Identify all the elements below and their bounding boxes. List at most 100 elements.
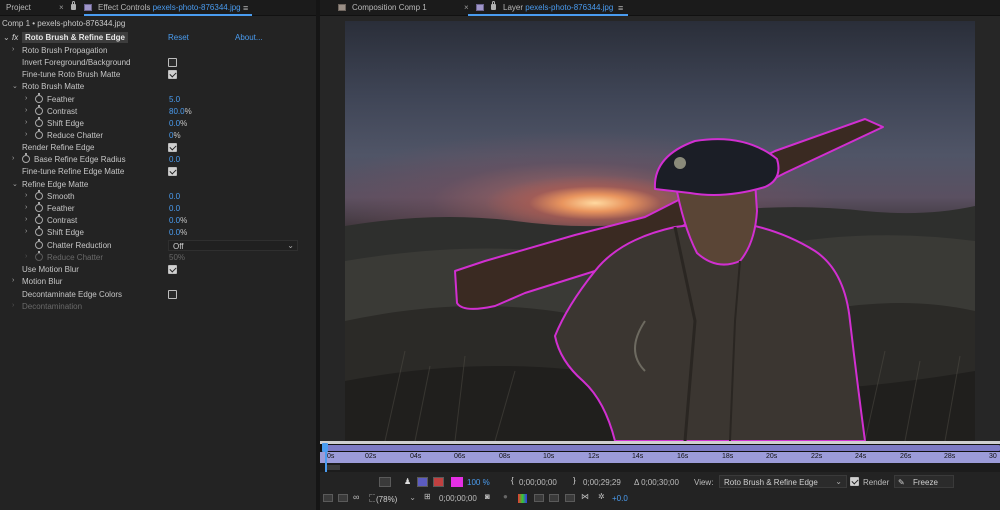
fx-icon[interactable]: fx bbox=[12, 33, 18, 42]
stopwatch-icon[interactable] bbox=[35, 214, 43, 224]
render-refine-edge-checkbox[interactable] bbox=[168, 143, 177, 152]
row-roto-brush-matte[interactable]: ⌄ Roto Brush Matte bbox=[0, 81, 316, 93]
panel-menu-icon[interactable]: ≡ bbox=[243, 3, 248, 13]
chevron-right-icon[interactable]: › bbox=[12, 155, 14, 162]
chevron-right-icon[interactable]: › bbox=[25, 228, 27, 235]
base-radius-value[interactable]: 0.0 bbox=[169, 155, 180, 164]
transparency-grid-icon[interactable] bbox=[549, 494, 559, 502]
lock-icon[interactable] bbox=[491, 1, 496, 10]
monitor-icon[interactable] bbox=[338, 494, 348, 502]
freeze-button[interactable]: ✎ Freeze bbox=[894, 475, 954, 488]
value-number[interactable]: 0.0 bbox=[169, 216, 180, 225]
range-start-handle[interactable] bbox=[322, 443, 328, 452]
row-refine-edge-matte[interactable]: ⌄ Refine Edge Matte bbox=[0, 179, 316, 191]
vr-goggles-icon[interactable]: ∞ bbox=[353, 492, 359, 502]
rgb-channel-icon[interactable] bbox=[518, 494, 527, 503]
chevron-right-icon[interactable]: › bbox=[25, 119, 27, 126]
magnification-dropdown[interactable]: (78%) ⌄ bbox=[375, 492, 417, 504]
reduce-chatter-value[interactable]: 0% bbox=[169, 131, 181, 140]
chevron-right-icon[interactable]: › bbox=[12, 46, 14, 53]
reset-link[interactable]: Reset bbox=[168, 33, 189, 42]
time-ruler[interactable]: 0s 02s 04s 06s 08s 10s 12s 14s 16s 18s 2… bbox=[320, 452, 1000, 463]
row-motion-blur[interactable]: › Motion Blur bbox=[0, 276, 316, 288]
panel-menu-icon[interactable]: ≡ bbox=[618, 3, 623, 13]
refine-contrast-value[interactable]: 0.0% bbox=[169, 216, 187, 225]
value-number[interactable]: 0.0 bbox=[169, 119, 180, 128]
tab-effect-controls[interactable]: Effect Controls pexels-photo-876344.jpg bbox=[98, 3, 241, 12]
exposure-value[interactable]: +0.0 bbox=[612, 494, 628, 503]
effect-header-row[interactable]: ⌄ fx Roto Brush & Refine Edge Reset Abou… bbox=[0, 32, 316, 44]
stopwatch-icon[interactable] bbox=[35, 202, 43, 212]
value-number[interactable]: 80.0 bbox=[169, 107, 185, 116]
contrast-value[interactable]: 80.0% bbox=[169, 107, 192, 116]
refine-feather-value[interactable]: 0.0 bbox=[169, 204, 180, 213]
refine-edge-icon[interactable] bbox=[433, 477, 444, 487]
toggle-alpha-icon[interactable] bbox=[379, 477, 391, 487]
tab-layer[interactable]: Layer pexels-photo-876344.jpg bbox=[503, 3, 613, 12]
chevron-right-icon[interactable]: › bbox=[25, 95, 27, 102]
tab-project[interactable]: Project bbox=[6, 3, 31, 12]
value-number[interactable]: 0.0 bbox=[169, 155, 180, 164]
chevron-down-icon[interactable]: ⌄ bbox=[3, 33, 10, 42]
smooth-value[interactable]: 0.0 bbox=[169, 192, 180, 201]
out-time[interactable]: 0;00;29;29 bbox=[583, 478, 621, 487]
close-tab-icon[interactable]: × bbox=[59, 3, 64, 12]
chevron-down-icon[interactable]: ⌄ bbox=[12, 180, 18, 188]
current-time[interactable]: 0;00;00;00 bbox=[439, 494, 477, 503]
close-tab-icon[interactable]: × bbox=[464, 3, 469, 12]
chevron-right-icon[interactable]: › bbox=[25, 107, 27, 114]
overlay-opacity[interactable]: 100 % bbox=[467, 478, 490, 487]
chevron-right-icon[interactable]: › bbox=[12, 277, 14, 284]
value-number[interactable]: 5.0 bbox=[169, 95, 180, 104]
overlay-color-swatch[interactable] bbox=[451, 477, 463, 487]
chatter-reduction-dropdown[interactable]: Off ⌄ bbox=[168, 240, 298, 251]
stopwatch-icon[interactable] bbox=[35, 93, 43, 103]
stopwatch-icon[interactable] bbox=[35, 226, 43, 236]
fine-tune-refine-checkbox[interactable] bbox=[168, 167, 177, 176]
decontaminate-checkbox[interactable] bbox=[168, 290, 177, 299]
render-checkbox[interactable] bbox=[850, 477, 859, 486]
roto-brush-icon[interactable] bbox=[417, 477, 428, 487]
layer-viewer[interactable] bbox=[320, 16, 1000, 441]
invert-checkbox[interactable] bbox=[168, 58, 177, 67]
in-point-icon[interactable]: { bbox=[511, 476, 514, 485]
in-time[interactable]: 0;00;00;00 bbox=[519, 478, 557, 487]
chevron-down-icon[interactable]: ⌄ bbox=[12, 82, 18, 90]
stopwatch-icon[interactable] bbox=[35, 239, 43, 249]
row-roto-brush-propagation[interactable]: › Roto Brush Propagation bbox=[0, 45, 316, 57]
lock-icon[interactable] bbox=[71, 1, 76, 10]
stopwatch-icon[interactable] bbox=[22, 153, 30, 163]
about-link[interactable]: About... bbox=[235, 33, 263, 42]
value-number[interactable]: 0.0 bbox=[169, 204, 180, 213]
stopwatch-icon[interactable] bbox=[35, 190, 43, 200]
person-icon[interactable]: ♟ bbox=[404, 477, 411, 486]
use-motion-blur-checkbox[interactable] bbox=[168, 265, 177, 274]
always-preview-icon[interactable] bbox=[323, 494, 333, 502]
work-area-bar[interactable] bbox=[320, 463, 1000, 472]
chevron-right-icon[interactable]: › bbox=[25, 204, 27, 211]
timeline-range-bar[interactable] bbox=[322, 445, 1000, 451]
work-area-handle[interactable] bbox=[326, 465, 340, 470]
refine-shift-edge-value[interactable]: 0.0% bbox=[169, 228, 187, 237]
value-number[interactable]: 0.0 bbox=[169, 228, 180, 237]
shift-edge-value[interactable]: 0.0% bbox=[169, 119, 187, 128]
view-dropdown[interactable]: Roto Brush & Refine Edge ⌄ bbox=[719, 475, 847, 488]
feather-value[interactable]: 5.0 bbox=[169, 95, 180, 104]
tab-composition[interactable]: Composition Comp 1 bbox=[352, 3, 427, 12]
chevron-right-icon[interactable]: › bbox=[25, 216, 27, 223]
flowchart-icon[interactable]: ⋈ bbox=[581, 492, 589, 501]
camera-icon[interactable]: ◙ bbox=[485, 492, 490, 501]
stopwatch-icon[interactable] bbox=[35, 117, 43, 127]
snapshot-icon[interactable]: ● bbox=[503, 492, 508, 501]
playhead[interactable] bbox=[325, 452, 327, 472]
exposure-reset-icon[interactable]: ✲ bbox=[598, 492, 605, 501]
region-of-interest-icon[interactable] bbox=[534, 494, 544, 502]
effect-name[interactable]: Roto Brush & Refine Edge bbox=[22, 32, 129, 43]
stopwatch-icon[interactable] bbox=[35, 105, 43, 115]
guides-icon[interactable] bbox=[565, 494, 575, 502]
layer-image[interactable] bbox=[345, 21, 975, 441]
stopwatch-icon[interactable] bbox=[35, 129, 43, 139]
value-number[interactable]: 0.0 bbox=[169, 192, 180, 201]
chevron-right-icon[interactable]: › bbox=[25, 192, 27, 199]
chevron-right-icon[interactable]: › bbox=[25, 131, 27, 138]
